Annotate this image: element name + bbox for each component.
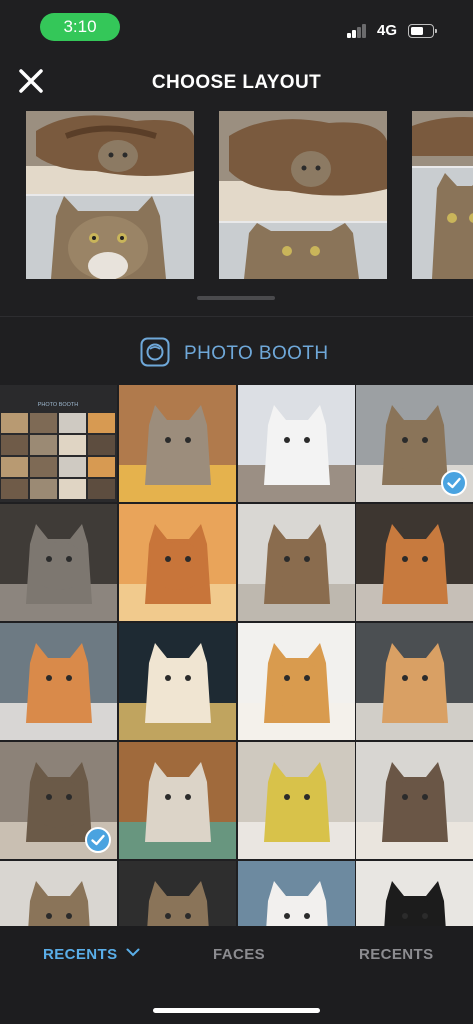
photo-cat-lying-on-table[interactable] xyxy=(119,742,236,859)
photo-thumbnail xyxy=(356,504,473,621)
layout-option[interactable] xyxy=(219,111,387,279)
selected-checkmark[interactable] xyxy=(441,470,467,496)
selected-checkmark[interactable] xyxy=(85,827,111,853)
photo-thumbnail xyxy=(238,742,355,859)
checkmark-icon xyxy=(447,477,461,489)
photo-booth-label: PHOTO BOOTH xyxy=(184,343,329,364)
photo-grid[interactable]: PHOTO BOOTH xyxy=(0,385,473,978)
tab-recents-label: RECENTS xyxy=(43,946,118,963)
photo-booth-icon xyxy=(140,337,170,367)
layout-photo-cat-under-pillow xyxy=(26,111,194,194)
photo-booth-button[interactable]: PHOTO BOOTH xyxy=(0,334,473,374)
layout-photo-tabby-cat xyxy=(26,196,194,279)
photo-cat-with-fairy-lights[interactable] xyxy=(119,623,236,740)
photo-thumbnail xyxy=(356,623,473,740)
carousel-scroll-indicator xyxy=(197,296,275,300)
photo-booth-collage-thumbnail: PHOTO BOOTH xyxy=(0,385,117,502)
photo-tabby-cat-yellow-bandana[interactable] xyxy=(119,385,236,502)
chevron-down-icon xyxy=(126,948,140,957)
photo-orange-cat-sitting-street[interactable] xyxy=(0,623,117,740)
photo-thumbnail xyxy=(356,742,473,859)
photo-tabby-cat-portrait[interactable] xyxy=(356,385,473,502)
collage-label: PHOTO BOOTH xyxy=(38,402,79,408)
layout-photo-tabby-cat xyxy=(412,168,473,279)
photo-cat-under-pillow[interactable] xyxy=(0,742,117,859)
divider xyxy=(0,316,473,317)
home-indicator[interactable] xyxy=(153,1008,320,1013)
photo-thumbnail xyxy=(0,623,117,740)
layout-carousel[interactable] xyxy=(0,110,473,300)
layout-photo-cat-under-pillow xyxy=(412,111,473,166)
photo-thumbnail xyxy=(119,742,236,859)
page-title: CHOOSE LAYOUT xyxy=(151,72,322,93)
checkmark-icon xyxy=(91,834,105,846)
photo-orange-cat-closeup[interactable] xyxy=(238,623,355,740)
photo-siamese-cat[interactable] xyxy=(356,742,473,859)
photo-thumbnail xyxy=(238,623,355,740)
tab-faces[interactable]: FACES xyxy=(213,946,265,963)
photo-cat-sleeping-on-wood[interactable] xyxy=(0,504,117,621)
photo-cat-lying-on-floor[interactable] xyxy=(356,623,473,740)
layout-option[interactable] xyxy=(26,111,194,279)
photo-thumbnail xyxy=(238,385,355,502)
photo-thumbnail xyxy=(238,504,355,621)
photo-photo-booth-collage[interactable]: PHOTO BOOTH xyxy=(0,385,117,502)
layout-photo-cat-under-pillow xyxy=(219,111,387,221)
layout-option[interactable] xyxy=(412,111,473,279)
layout-photo-tabby-cat xyxy=(219,223,387,279)
photo-cat-under-blanket[interactable] xyxy=(238,385,355,502)
photo-thumbnail xyxy=(0,504,117,621)
photo-calico-cat-looking-up[interactable] xyxy=(356,504,473,621)
header: CHOOSE LAYOUT xyxy=(0,54,473,110)
tab-faces-label: FACES xyxy=(213,946,266,963)
photo-cat-sitting-on-sofa[interactable] xyxy=(238,742,355,859)
network-type: 4G xyxy=(377,22,398,39)
photo-thumbnail xyxy=(119,385,236,502)
photo-orange-cat-back[interactable] xyxy=(119,504,236,621)
cellular-signal-icon xyxy=(347,24,369,38)
tab-recents[interactable]: RECENTS xyxy=(43,946,140,963)
status-time[interactable]: 3:10 xyxy=(40,13,120,41)
status-bar: 3:10 4G xyxy=(0,0,473,54)
photo-tabby-cat-on-bed[interactable] xyxy=(238,504,355,621)
battery-icon xyxy=(408,24,437,38)
photo-thumbnail xyxy=(119,504,236,621)
tab-recents-2[interactable]: RECENTS xyxy=(359,946,433,963)
tab-recents-2-label: RECENTS xyxy=(359,946,434,963)
photo-thumbnail xyxy=(119,623,236,740)
